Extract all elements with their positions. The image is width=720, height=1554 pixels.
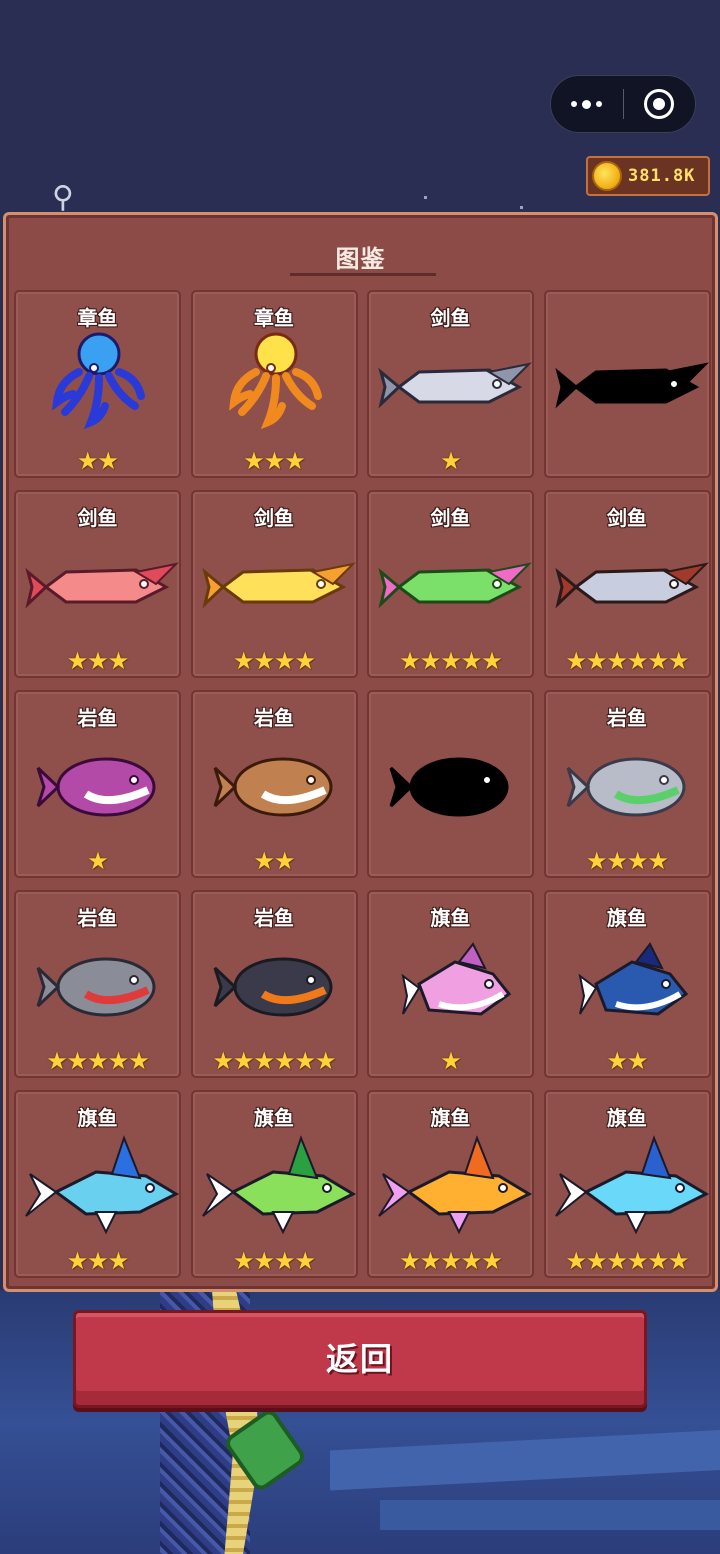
fish-name: 旗鱼 [430,1106,471,1130]
sword-fish-icon [378,562,533,609]
fish-name: 岩鱼 [254,906,294,930]
fish-card[interactable]: 岩鱼 ★★★★★ [14,890,181,1078]
star-rating: ★★ [606,1047,648,1075]
rock-fish-icon [36,757,156,817]
fish-card[interactable]: 岩鱼 ★★ [190,690,358,878]
fish-card[interactable]: 章鱼 ★★ [14,290,181,478]
fish-card[interactable]: 剑鱼 ★★★★ [190,490,358,678]
fish-card[interactable]: 剑鱼 ★★★★★★ [543,490,711,678]
background-wave [380,1500,720,1530]
star-rating: ★★ [76,447,119,475]
fish-name: 章鱼 [77,306,118,330]
flag-fish-icon [578,942,688,1016]
fish-name: 旗鱼 [607,906,647,930]
fish-name: 岩鱼 [607,706,647,730]
star-rating: ★★★★ [585,847,669,875]
star-rating: ★★★★★★ [212,1047,336,1075]
fish-name: 岩鱼 [77,706,118,730]
fish-name: 岩鱼 [77,906,118,930]
star-rating: ★★★★★ [399,647,503,675]
star-rating: ★★★ [66,647,130,675]
fish-card[interactable]: 岩鱼 ★★★★★★ [190,890,358,1078]
marlin-fish-icon [378,1135,533,1235]
star-rating: ★★★ [243,447,306,475]
undiscovered-silhouette-icon [389,757,509,817]
more-dots-icon[interactable] [551,75,623,133]
fish-name: 旗鱼 [607,1106,647,1130]
gold-coin-icon [592,161,622,191]
fish-card[interactable]: 剑鱼 ★ [367,290,534,478]
fish-card[interactable]: 章鱼 ★★★ [190,290,358,478]
sword-fish-icon [378,362,533,409]
star-sparkle [520,206,523,209]
star-rating: ★★★★★★ [565,1247,689,1275]
star-rating: ★★★★★ [46,1047,150,1075]
star-rating: ★★ [253,847,295,875]
fish-name: 剑鱼 [77,506,118,530]
fish-name: 旗鱼 [77,1106,118,1130]
fish-card[interactable]: 岩鱼 ★★★★ [543,690,711,878]
star-rating: ★ [440,447,462,475]
fish-card[interactable]: 旗鱼 ★★★★ [190,1090,358,1278]
fish-card[interactable]: 旗鱼 ★★★ [14,1090,181,1278]
fish-name: 剑鱼 [254,506,294,530]
star-rating: ★★★★★ [399,1247,503,1275]
star-rating: ★★★ [66,1247,130,1275]
mini-program-capsule [550,75,696,133]
fish-name: 岩鱼 [254,706,294,730]
title-underline [290,273,436,276]
fish-name: 剑鱼 [430,306,471,330]
fish-card[interactable]: 剑鱼 ★★★ [14,490,181,678]
fish-card[interactable]: 旗鱼 ★★★★★ [367,1090,534,1278]
octopus-fish-icon [228,332,322,430]
octopus-fish-icon [52,332,145,430]
rock-fish-icon [213,957,332,1017]
back-button[interactable]: 返回 [73,1310,647,1408]
marlin-fish-icon [554,1135,709,1235]
panel-title: 图鉴 [335,245,386,273]
codex-panel: 图鉴 章鱼 ★★ 章鱼 ★★★ 剑鱼 ★ 剑鱼 ★★★ 剑鱼 ★★★★ 剑鱼 ★★★★★… [3,212,718,1292]
back-button-label: 返回 [325,1340,394,1378]
flag-fish-icon [401,942,512,1016]
fish-card[interactable]: 岩鱼 ★ [14,690,181,878]
sword-fish-icon [201,562,356,609]
fish-card[interactable]: 剑鱼 ★★★★★ [367,490,534,678]
fish-card[interactable] [543,290,711,478]
rock-fish-icon [36,957,156,1017]
fish-name: 旗鱼 [430,906,471,930]
star-rating: ★★★★★★ [565,647,689,675]
fish-card[interactable]: 旗鱼 ★ [367,890,534,1078]
sword-fish-icon [25,562,180,609]
coin-amount: 381.8K [628,166,696,186]
marlin-fish-icon [201,1135,356,1235]
star-rating: ★★★★ [232,647,316,675]
star-rating: ★ [87,847,109,875]
star-sparkle [424,196,427,199]
coin-balance: 381.8K [586,156,710,196]
undiscovered-silhouette-icon [554,362,709,409]
fish-name: 章鱼 [254,306,294,330]
sword-fish-icon [554,562,709,609]
rock-fish-icon [566,757,685,817]
rock-fish-icon [213,757,332,817]
fish-skeleton-icon: ⚲ [52,180,74,215]
star-rating: ★ [440,1047,462,1075]
target-circle-icon[interactable] [624,75,696,133]
fish-card[interactable]: 旗鱼 ★★★★★★ [543,1090,711,1278]
fish-name: 旗鱼 [254,1106,294,1130]
fish-card[interactable] [367,690,534,878]
star-rating: ★★★★ [232,1247,316,1275]
fish-name: 剑鱼 [607,506,647,530]
marlin-fish-icon [25,1135,180,1235]
fish-name: 剑鱼 [430,506,471,530]
fish-card[interactable]: 旗鱼 ★★ [543,890,711,1078]
